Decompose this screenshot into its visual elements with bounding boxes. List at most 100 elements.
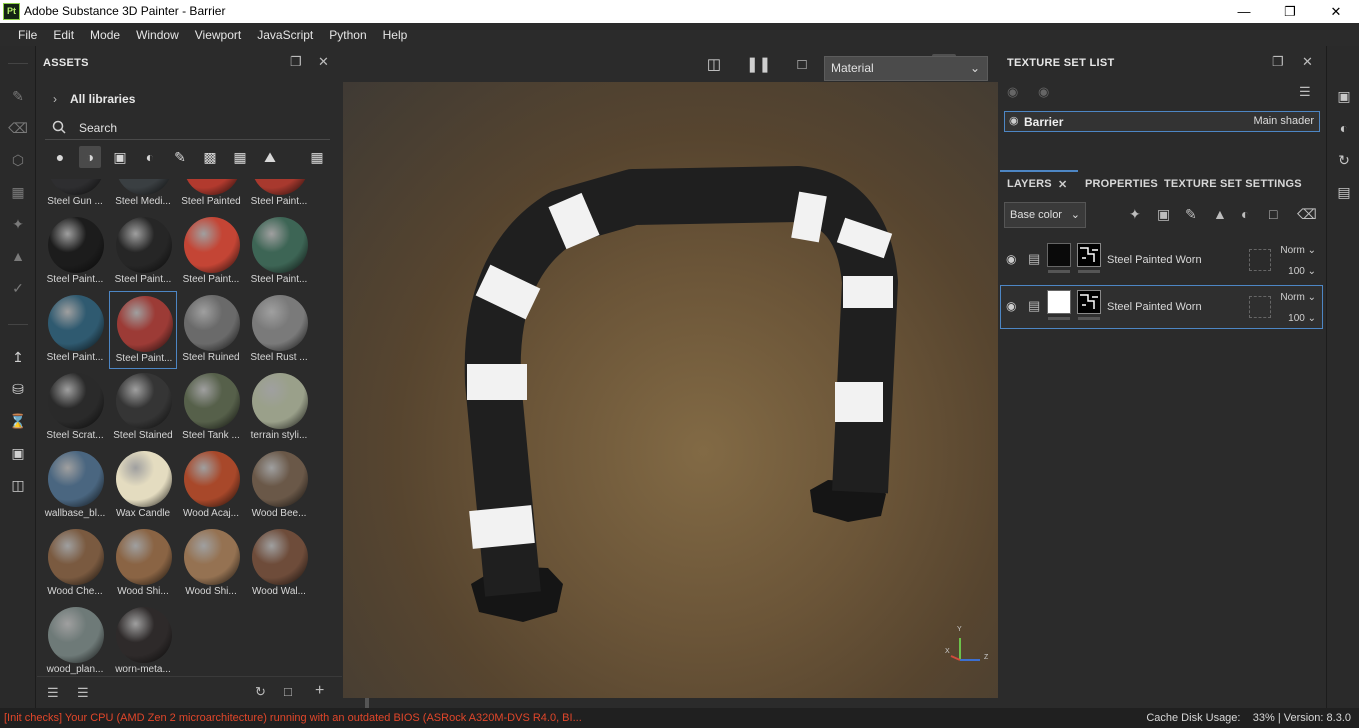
close-layers-tab-icon[interactable]: ✕ <box>1058 178 1067 191</box>
asset-tile[interactable]: Wood Bee... <box>245 447 313 525</box>
asset-tile[interactable]: Wax Candle <box>109 447 177 525</box>
tab-layers[interactable]: LAYERS <box>1007 178 1052 190</box>
sort-icon[interactable]: ☰ <box>77 685 89 701</box>
textures-filter-icon[interactable]: ▩ <box>199 146 221 168</box>
minimize-button[interactable]: — <box>1221 0 1267 23</box>
asset-tile[interactable]: Steel Scrat... <box>41 369 109 447</box>
opacity-field[interactable]: 100 ⌄ <box>1288 266 1316 277</box>
layer-visibility-icon[interactable]: ◉ <box>1006 252 1016 266</box>
layer-mask-thumbnail[interactable] <box>1077 290 1101 314</box>
layer-visibility-icon[interactable]: ◉ <box>1006 299 1016 313</box>
asset-tile[interactable]: Wood Wal... <box>245 525 313 603</box>
asset-tile[interactable]: Steel Paint... <box>109 213 177 291</box>
asset-tile[interactable]: Steel Paint... <box>41 213 109 291</box>
asset-tile[interactable]: Steel Tank ... <box>177 369 245 447</box>
environments-filter-icon[interactable]: ⛰ <box>259 146 281 168</box>
list-view-icon[interactable]: ☰ <box>47 685 59 701</box>
geometry-mask-icon[interactable]: ▦ <box>8 182 28 202</box>
pause-icon[interactable]: ❚❚ <box>746 54 771 76</box>
tab-properties[interactable]: PROPERTIES <box>1085 178 1158 190</box>
color-picker-icon[interactable]: ✓ <box>8 278 28 298</box>
selection-mode-icon[interactable]: □ <box>790 54 814 76</box>
grid-view-icon[interactable]: ▦ <box>306 146 328 168</box>
mask-slot[interactable] <box>1249 296 1271 318</box>
close-panel-icon[interactable]: ✕ <box>318 54 329 70</box>
asset-tile[interactable]: Steel Rust ... <box>245 291 313 369</box>
smart-masks-filter-icon[interactable]: ◐ <box>139 146 161 168</box>
close-texture-set-icon[interactable]: ✕ <box>1302 54 1313 70</box>
asset-tile[interactable]: Steel Stained <box>109 369 177 447</box>
asset-tile[interactable]: Steel Paint... <box>41 291 109 369</box>
delete-layer-icon[interactable]: ⌫ <box>1297 206 1317 223</box>
opacity-field[interactable]: 100 ⌄ <box>1288 313 1316 324</box>
asset-tile[interactable]: Wood Shi... <box>177 525 245 603</box>
asset-tile[interactable]: Steel Ruined <box>177 291 245 369</box>
tab-texture-set-settings[interactable]: TEXTURE SET SETTINGS <box>1164 178 1302 190</box>
blend-mode-dropdown[interactable]: Norm ⌄ <box>1280 292 1316 303</box>
material-view-dropdown[interactable]: Material ⌄ <box>824 56 988 81</box>
asset-tile[interactable]: wallbase_bl... <box>41 447 109 525</box>
mask-slot[interactable] <box>1249 249 1271 271</box>
clone-icon[interactable]: ✦ <box>8 214 28 234</box>
texture-set-row[interactable]: ◉ Barrier Main shader <box>1004 111 1320 132</box>
bake-icon[interactable]: ⛁ <box>8 379 28 399</box>
display-icon[interactable]: ◐ <box>1334 118 1354 138</box>
add-paint-layer-icon[interactable]: ✎ <box>1185 206 1197 223</box>
paint-brush-icon[interactable]: ✎ <box>8 86 28 106</box>
menu-file[interactable]: File <box>10 23 45 46</box>
layer-row[interactable]: ◉ ▤ Steel Painted Worn Norm ⌄ 100 ⌄ <box>1000 285 1323 329</box>
add-effect-icon[interactable]: ✦ <box>1129 206 1141 223</box>
layer-fill-thumbnail[interactable] <box>1047 243 1071 267</box>
eye-icon[interactable]: ◉ <box>1009 114 1019 127</box>
asset-tile[interactable]: worn-meta... <box>109 603 177 676</box>
asset-tile[interactable]: Steel Paint... <box>109 291 177 369</box>
eraser-icon[interactable]: ⌫ <box>8 118 28 138</box>
search-input[interactable]: Search <box>79 121 117 135</box>
asset-tile[interactable]: Steel Medi... <box>109 179 177 213</box>
asset-tile[interactable]: Wood Che... <box>41 525 109 603</box>
asset-tile[interactable]: Steel Paint... <box>177 213 245 291</box>
projection-icon[interactable]: ⬡ <box>8 150 28 170</box>
add-mask-icon[interactable]: ▣ <box>1157 206 1170 223</box>
channel-dropdown[interactable]: Base color ⌄ <box>1004 202 1086 228</box>
export-icon[interactable]: ↥ <box>8 347 28 367</box>
chevron-right-icon[interactable]: › <box>53 92 57 106</box>
asset-tile[interactable]: terrain styli... <box>245 369 313 447</box>
smudge-icon[interactable]: ▲ <box>8 246 28 266</box>
add-icon[interactable]: + <box>315 682 324 700</box>
viewport[interactable]: ◫ ❚❚ □ ⬡ ▶ ✦ ✎ ◉ <box>343 46 998 698</box>
asset-tile[interactable]: Steel Painted <box>177 179 245 213</box>
new-folder-icon[interactable]: □ <box>284 684 292 699</box>
asset-tile[interactable]: Steel Paint... <box>245 179 313 213</box>
all-libraries-item[interactable]: All libraries <box>70 92 135 106</box>
add-fill-layer-icon[interactable]: ▲ <box>1213 206 1227 222</box>
filters-filter-icon[interactable]: ▦ <box>229 146 251 168</box>
menu-window[interactable]: Window <box>128 23 187 46</box>
add-folder-icon[interactable]: □ <box>1269 206 1277 222</box>
visibility-icon[interactable]: ◉ <box>1038 84 1049 100</box>
asset-tile[interactable]: Steel Gun ... <box>41 179 109 213</box>
shelf-icon[interactable]: ◫ <box>8 475 28 495</box>
menu-viewport[interactable]: Viewport <box>187 23 249 46</box>
smart-materials-filter-icon[interactable]: ◑ <box>79 146 101 168</box>
refresh-icon[interactable]: ↻ <box>255 684 266 700</box>
3d-scene[interactable]: Y Z X <box>343 82 998 698</box>
maximize-button[interactable]: ❐ <box>1267 0 1313 23</box>
log-icon[interactable]: ▤ <box>1334 182 1354 202</box>
menu-javascript[interactable]: JavaScript <box>249 23 321 46</box>
menu-help[interactable]: Help <box>375 23 416 46</box>
brushes-filter-icon[interactable]: ✎ <box>169 146 191 168</box>
materials-filter-icon[interactable]: ● <box>49 146 71 168</box>
menu-mode[interactable]: Mode <box>82 23 128 46</box>
undock-texture-set-icon[interactable]: ❐ <box>1272 54 1284 70</box>
shader-name[interactable]: Main shader <box>1253 115 1314 127</box>
menu-python[interactable]: Python <box>321 23 374 46</box>
status-message[interactable]: [Init checks] Your CPU (AMD Zen 2 microa… <box>4 708 582 728</box>
undock-icon[interactable]: ❐ <box>290 54 302 70</box>
layer-mask-thumbnail[interactable] <box>1077 243 1101 267</box>
history-icon[interactable]: ⌛ <box>8 411 28 431</box>
texture-set-menu-icon[interactable]: ☰ <box>1299 84 1311 100</box>
visibility-off-icon[interactable]: ◉ <box>1007 84 1018 100</box>
blend-mode-dropdown[interactable]: Norm ⌄ <box>1280 245 1316 256</box>
masks-filter-icon[interactable]: ▣ <box>109 146 131 168</box>
